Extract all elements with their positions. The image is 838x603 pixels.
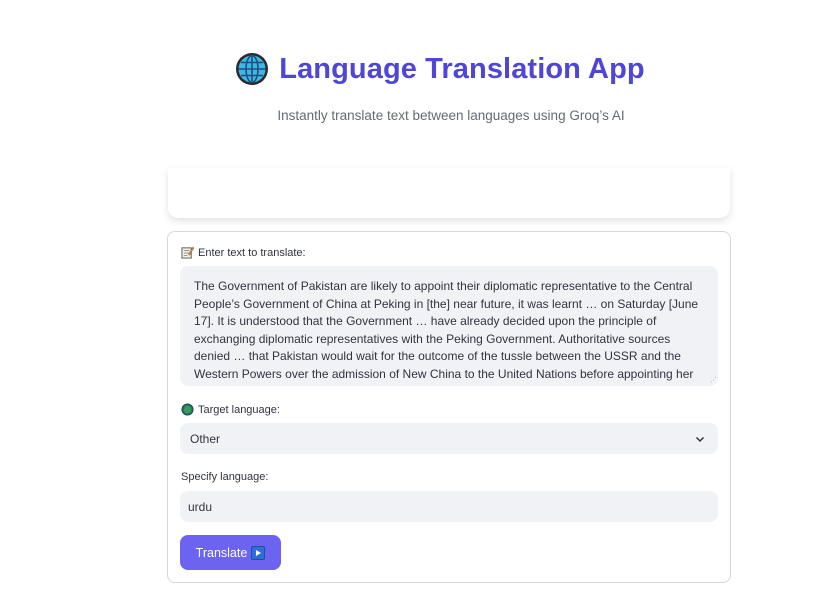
target-language-label: Target language:: [181, 403, 280, 416]
translate-button[interactable]: Translate: [180, 535, 281, 570]
specify-language-label-text: Specify language:: [181, 471, 269, 483]
text-to-translate-value: The Government of Pakistan are likely to…: [194, 279, 699, 381]
globe-icon: [236, 53, 269, 85]
text-input-label-text: Enter text to translate:: [198, 246, 306, 259]
resize-handle[interactable]: ⋰: [710, 377, 717, 384]
target-language-label-text: Target language:: [198, 403, 280, 416]
translation-form: Enter text to translate: The Government …: [167, 231, 731, 583]
chevron-down-icon: [695, 436, 705, 442]
translate-button-label: Translate: [195, 545, 248, 560]
specify-language-label: Specify language:: [181, 471, 268, 483]
target-language-value: Other: [190, 431, 221, 446]
app-header: Language Translation App: [0, 52, 838, 86]
text-to-translate-input[interactable]: The Government of Pakistan are likely to…: [180, 266, 718, 386]
empty-output-card: [168, 168, 730, 218]
specify-language-value: urdu: [188, 499, 213, 514]
memo-icon: [181, 246, 194, 259]
globe-small-icon: [181, 403, 194, 416]
page-subtitle: Instantly translate text between languag…: [277, 108, 625, 123]
target-language-select[interactable]: Other: [180, 423, 718, 454]
text-input-label: Enter text to translate:: [181, 246, 306, 259]
specify-language-input[interactable]: urdu: [180, 491, 718, 522]
play-button-icon: [251, 545, 266, 560]
page-title: Language Translation App: [279, 52, 645, 85]
